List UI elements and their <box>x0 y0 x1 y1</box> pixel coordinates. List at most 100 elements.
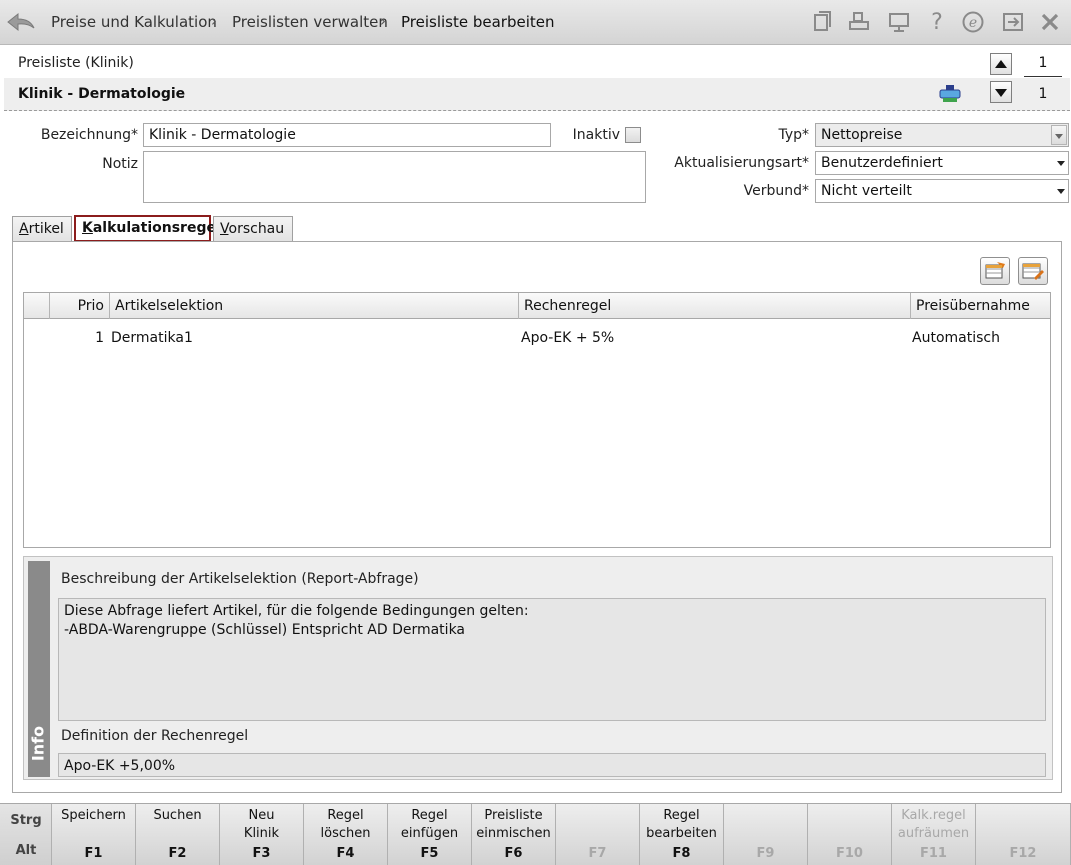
record-counter-bottom: 1 <box>1038 86 1048 102</box>
function-key-f2[interactable]: Suchen F2 <box>136 804 220 865</box>
tab-accel: V <box>220 221 229 237</box>
function-key-label: löschen <box>320 826 371 841</box>
edit-rule-button[interactable] <box>1018 257 1048 285</box>
beschreibung-textbox: Diese Abfrage liefert Artikel, für die f… <box>58 598 1046 721</box>
typ-value: Nettopreise <box>821 127 903 143</box>
close-icon[interactable] <box>1037 10 1063 36</box>
function-key-code: F11 <box>920 846 947 861</box>
function-key-f4[interactable]: Regel löschen F4 <box>304 804 388 865</box>
column-header-preisuebernahme[interactable]: Preisübernahme <box>911 293 1050 319</box>
function-key-code: F4 <box>336 846 355 861</box>
function-key-f1[interactable]: Speichern F1 <box>52 804 136 865</box>
function-key-bar: Strg Alt Speichern F1 Suchen F2 Neu Klinik F3 R… <box>0 803 1071 865</box>
breadcrumb-item-2[interactable]: Preislisten verwalten <box>232 13 388 31</box>
pricelist-name: Klinik - Dermatologie <box>18 86 186 102</box>
back-arrow-icon[interactable] <box>6 10 36 34</box>
table-row[interactable]: 1 Dermatika1 Apo-EK + 5% Automatisch <box>24 320 1050 356</box>
chevron-down-icon <box>1057 161 1065 166</box>
strg-modifier[interactable]: Strg <box>0 813 52 828</box>
arrow-up-icon <box>995 60 1007 68</box>
function-key-label: aufräumen <box>897 826 970 841</box>
previous-record-button[interactable] <box>990 53 1012 75</box>
function-key-code: F9 <box>756 846 775 861</box>
aktualisierungsart-value: Benutzerdefiniert <box>821 155 943 171</box>
notiz-label: Notiz <box>102 156 138 172</box>
function-key-label: einmischen <box>476 826 551 841</box>
function-key-label: Kalk.regel <box>901 808 966 823</box>
tab-label: orschau <box>228 221 285 237</box>
breadcrumb-separator: › <box>380 12 386 30</box>
function-key-code: F6 <box>504 846 523 861</box>
typ-dropdown-button[interactable] <box>1051 125 1067 145</box>
e-icon[interactable]: e <box>960 10 986 36</box>
alt-modifier[interactable]: Alt <box>0 843 52 858</box>
svg-text:e: e <box>969 15 977 31</box>
breadcrumb-separator: › <box>211 12 217 30</box>
typ-label: Typ* <box>778 127 809 143</box>
inaktiv-label: Inaktiv <box>572 127 620 143</box>
column-header-prio[interactable]: Prio <box>50 293 110 319</box>
verbund-value: Nicht verteilt <box>821 183 912 199</box>
counter-divider <box>1024 76 1062 77</box>
function-key-label: Speichern <box>61 808 126 823</box>
column-header-artikelselektion[interactable]: Artikelselektion <box>110 293 519 319</box>
exit-icon[interactable] <box>1000 10 1026 36</box>
kalkulationsregel-panel: Prio Artikelselektion Rechenregel Preisü… <box>12 241 1062 793</box>
tab-accel: A <box>19 221 29 237</box>
help-icon[interactable]: ? <box>924 10 950 36</box>
function-key-label: einfügen <box>400 826 459 841</box>
function-key-label: Preisliste <box>484 808 543 823</box>
column-header-rechenregel[interactable]: Rechenregel <box>519 293 911 319</box>
breadcrumb-item-3: Preisliste bearbeiten <box>401 13 555 31</box>
export-button[interactable] <box>980 257 1010 285</box>
function-key-code: F10 <box>836 846 863 861</box>
function-key-f9: F9 <box>724 804 808 865</box>
function-key-code: F12 <box>1009 846 1037 861</box>
function-key-f5[interactable]: Regel einfügen F5 <box>388 804 472 865</box>
function-key-code: F7 <box>588 846 607 861</box>
tab-label: alkulationsregel <box>92 220 221 236</box>
cell-rechenregel: Apo-EK + 5% <box>521 330 615 346</box>
function-key-label: Regel <box>327 808 364 823</box>
beschreibung-label: Beschreibung der Artikelselektion (Repor… <box>61 571 419 587</box>
beschreibung-line: Diese Abfrage liefert Artikel, für die f… <box>64 603 529 619</box>
title-bar: Preise und Kalkulation › Preislisten ver… <box>0 0 1071 45</box>
function-key-f8[interactable]: Regel bearbeiten F8 <box>640 804 724 865</box>
definition-label: Definition der Rechenregel <box>61 728 249 744</box>
pricelist-name-bar: Klinik - Dermatologie 1 <box>4 78 1070 111</box>
function-key-f3[interactable]: Neu Klinik F3 <box>220 804 304 865</box>
beschreibung-line: -ABDA-Warengruppe (Schlüssel) Entspricht… <box>64 622 466 638</box>
function-key-code: F8 <box>672 846 691 861</box>
monitor-icon[interactable] <box>886 10 912 36</box>
tab-kalkulationsregel[interactable]: Kalkulationsregel <box>74 215 221 242</box>
bezeichnung-input[interactable]: Klinik - Dermatologie <box>143 123 551 147</box>
function-key-label: Suchen <box>153 808 202 823</box>
verbund-select[interactable]: Nicht verteilt <box>815 179 1069 203</box>
function-key-code: F1 <box>84 846 103 861</box>
aktualisierungsart-select[interactable]: Benutzerdefiniert <box>815 151 1069 175</box>
print-icon[interactable] <box>846 10 872 36</box>
function-key-f6[interactable]: Preisliste einmischen F6 <box>472 804 556 865</box>
document-icon[interactable] <box>810 10 836 36</box>
notiz-textarea[interactable] <box>143 151 646 203</box>
inaktiv-checkbox[interactable] <box>625 127 641 143</box>
chevron-down-icon <box>1057 189 1065 194</box>
pricelist-type-label: Preisliste (Klinik) <box>18 55 134 71</box>
tab-vorschau[interactable]: Vorschau <box>213 216 293 242</box>
column-header-selector <box>24 293 50 319</box>
tab-artikel[interactable]: Artikel <box>12 216 72 242</box>
function-key-code: F3 <box>252 846 271 861</box>
next-record-button[interactable] <box>990 81 1012 103</box>
info-strip: Info <box>28 561 50 777</box>
tab-label: rtikel <box>28 221 64 237</box>
cell-preisuebernahme: Automatisch <box>912 330 1000 346</box>
typ-select[interactable]: Nettopreise <box>815 123 1069 147</box>
printer-status-icon <box>937 83 963 105</box>
chevron-down-icon <box>1055 134 1063 139</box>
info-strip-label: Info <box>28 725 48 762</box>
function-key-f11: Kalk.regel aufräumen F11 <box>892 804 976 865</box>
breadcrumb-item-1[interactable]: Preise und Kalkulation <box>51 13 217 31</box>
function-key-label: Klinik <box>243 826 280 841</box>
tab-accel: K <box>82 220 93 236</box>
table-header: Prio Artikelselektion Rechenregel Preisü… <box>24 293 1050 319</box>
